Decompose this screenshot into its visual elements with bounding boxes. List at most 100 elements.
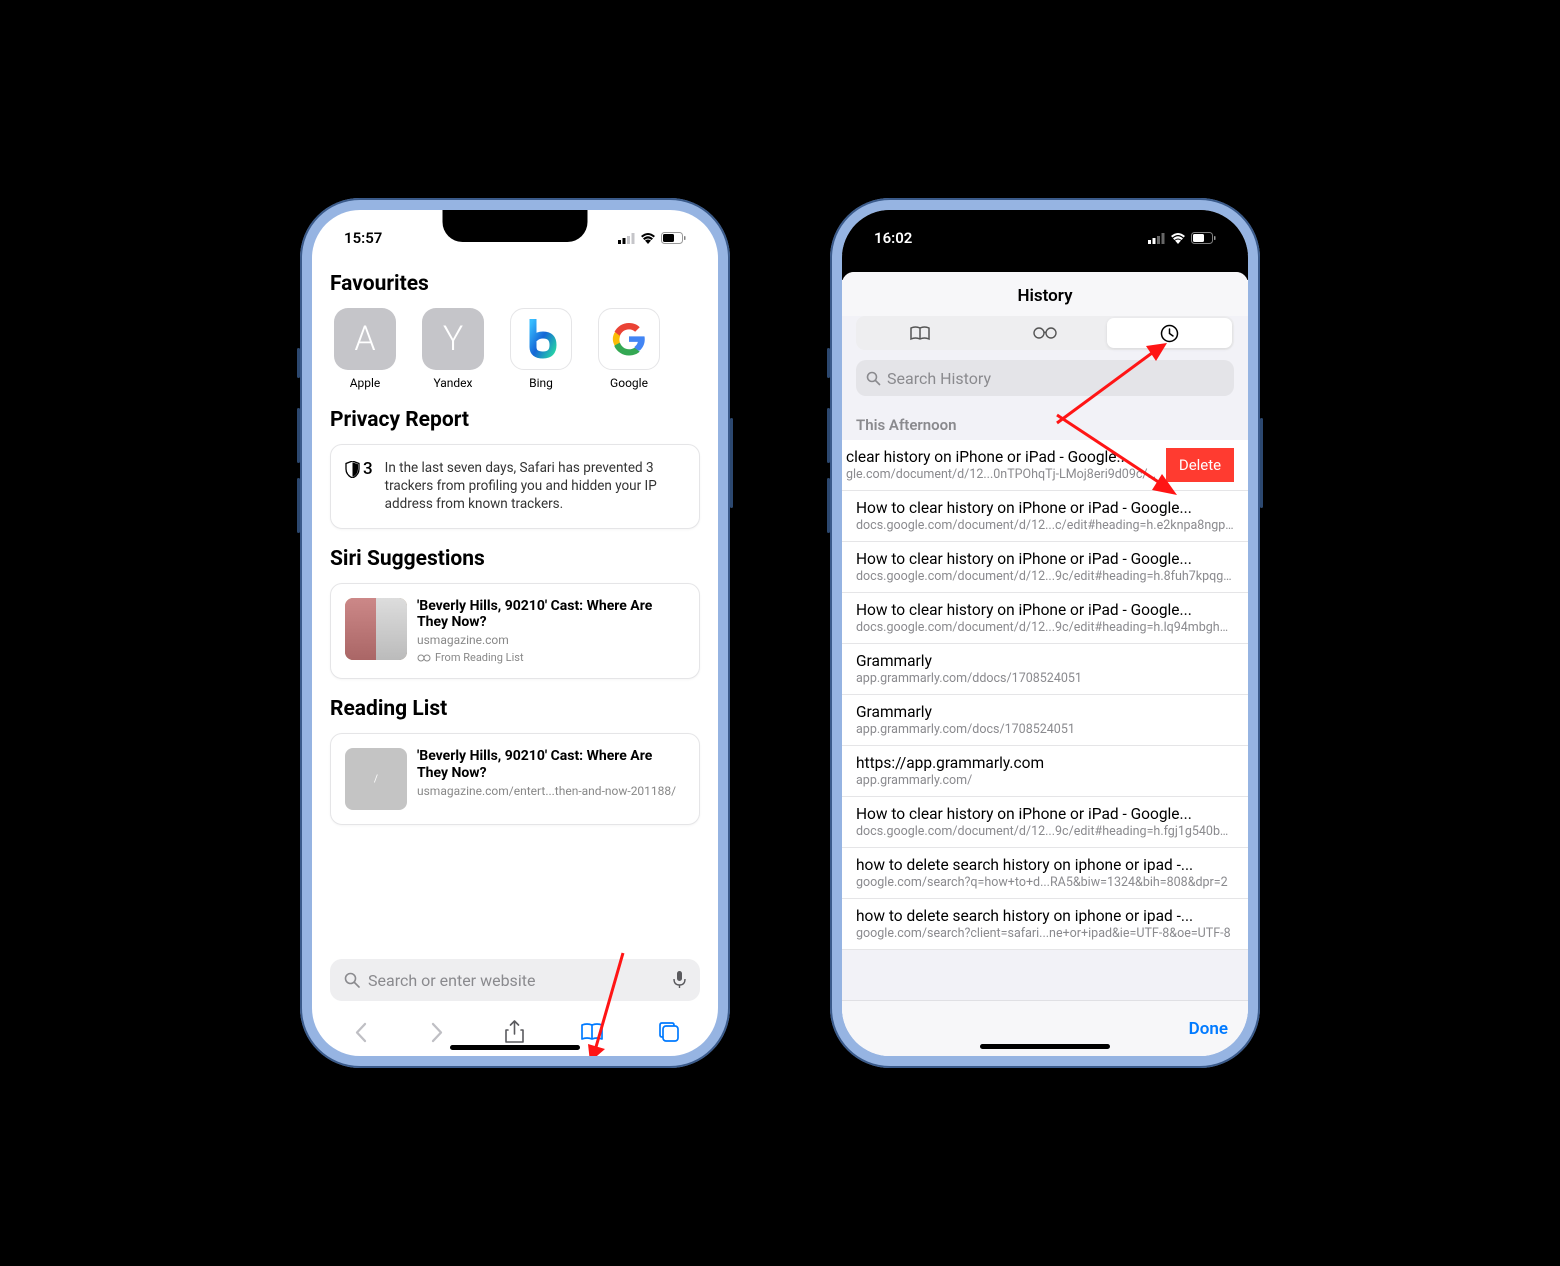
mic-icon[interactable]: [673, 971, 686, 989]
share-button[interactable]: [493, 1020, 537, 1044]
siri-from: From Reading List: [417, 651, 685, 664]
history-search-placeholder: Search History: [887, 369, 991, 388]
notch: [443, 210, 588, 242]
wifi-icon: [1170, 232, 1186, 244]
history-row-title: How to clear history on iPhone or iPad -…: [856, 805, 1234, 823]
bookmarks-tab[interactable]: [858, 318, 983, 348]
history-row-url: google.com/search?client=safari...ne+or+…: [856, 926, 1234, 941]
segmented-control: [856, 316, 1234, 350]
favourites-title: Favourites: [330, 272, 700, 296]
history-row[interactable]: how to delete search history on iphone o…: [842, 899, 1248, 950]
reading-url: usmagazine.com/entert...then-and-now-201…: [417, 784, 685, 798]
history-tab[interactable]: [1107, 318, 1232, 348]
share-icon: [505, 1020, 524, 1044]
wifi-icon: [640, 232, 656, 244]
history-row-url: gle.com/document/d/12...0nTPOhqTj-LMoj8e…: [846, 467, 1156, 482]
chevron-left-icon: [354, 1022, 367, 1043]
history-row-url: app.grammarly.com/: [856, 773, 1234, 788]
phone-left: 15:57 Favourites A Apple Y Yandex Bing Google…: [300, 198, 730, 1068]
history-row[interactable]: How to clear history on iPhone or iPad -…: [842, 797, 1248, 848]
done-button[interactable]: Done: [1189, 1019, 1228, 1039]
battery-icon: [661, 232, 686, 244]
status-time: 16:02: [874, 229, 912, 247]
glasses-icon: [417, 654, 431, 662]
history-row[interactable]: how to delete search history on iphone o…: [842, 848, 1248, 899]
history-row-title: https://app.grammarly.com: [856, 754, 1234, 772]
history-row-swiped[interactable]: clear history on iPhone or iPad - Google…: [842, 440, 1248, 491]
history-row[interactable]: Grammarlyapp.grammarly.com/docs/17085240…: [842, 695, 1248, 746]
favourite-item[interactable]: Google: [594, 308, 664, 390]
favourite-label: Apple: [350, 376, 381, 390]
home-indicator[interactable]: [450, 1045, 580, 1050]
address-placeholder: Search or enter website: [368, 971, 665, 990]
chevron-right-icon: [431, 1022, 444, 1043]
siri-source: usmagazine.com: [417, 633, 685, 647]
address-bar[interactable]: Search or enter website: [330, 959, 700, 1001]
favourite-label: Yandex: [433, 376, 472, 390]
history-search[interactable]: Search History: [856, 360, 1234, 396]
history-row[interactable]: How to clear history on iPhone or iPad -…: [842, 542, 1248, 593]
history-row-title: How to clear history on iPhone or iPad -…: [856, 550, 1234, 568]
status-time: 15:57: [344, 229, 382, 247]
history-row-url: docs.google.com/document/d/12...9c/edit#…: [856, 824, 1234, 839]
notch: [973, 210, 1118, 242]
history-row-title: how to delete search history on iphone o…: [856, 856, 1234, 874]
siri-title: Siri Suggestions: [330, 547, 700, 571]
privacy-text: In the last seven days, Safari has preve…: [385, 459, 685, 514]
book-icon: [580, 1022, 604, 1042]
cellular-icon: [618, 233, 635, 244]
phone-right: 16:02 History Search History This Aftern…: [830, 198, 1260, 1068]
reading-list-card[interactable]: / 'Beverly Hills, 90210' Cast: Where Are…: [330, 733, 700, 825]
history-row-title: How to clear history on iPhone or iPad -…: [856, 499, 1234, 517]
book-icon: [909, 325, 931, 342]
history-row-url: docs.google.com/document/d/12...9c/edit#…: [856, 620, 1234, 635]
history-row-url: google.com/search?q=how+to+d...RA5&biw=1…: [856, 875, 1234, 890]
favourite-icon: [510, 308, 572, 370]
history-row-title: Grammarly: [856, 652, 1234, 670]
favourite-label: Bing: [529, 376, 553, 390]
glasses-icon: [1032, 327, 1058, 339]
privacy-count: 3: [345, 459, 373, 479]
privacy-card[interactable]: 3 In the last seven days, Safari has pre…: [330, 444, 700, 529]
favourite-item[interactable]: Y Yandex: [418, 308, 488, 390]
history-row-title: clear history on iPhone or iPad - Google…: [846, 448, 1156, 466]
shield-icon: [345, 461, 360, 478]
battery-icon: [1191, 232, 1216, 244]
favourite-icon: A: [334, 308, 396, 370]
reading-list-tab[interactable]: [983, 318, 1108, 348]
favourite-item[interactable]: A Apple: [330, 308, 400, 390]
tabs-button[interactable]: [647, 1021, 691, 1043]
favourite-label: Google: [610, 376, 648, 390]
favourite-item[interactable]: Bing: [506, 308, 576, 390]
favourite-icon: Y: [422, 308, 484, 370]
siri-headline: 'Beverly Hills, 90210' Cast: Where Are T…: [417, 598, 685, 632]
history-row[interactable]: Grammarlyapp.grammarly.com/ddocs/1708524…: [842, 644, 1248, 695]
search-icon: [866, 371, 881, 386]
siri-thumbnail: [345, 598, 407, 660]
delete-button[interactable]: Delete: [1166, 448, 1234, 482]
favourites-grid: A Apple Y Yandex Bing Google: [330, 308, 700, 390]
history-row[interactable]: https://app.grammarly.comapp.grammarly.c…: [842, 746, 1248, 797]
back-button: [339, 1022, 383, 1043]
history-list: clear history on iPhone or iPad - Google…: [842, 440, 1248, 950]
search-icon: [344, 972, 360, 988]
siri-suggestion-card[interactable]: 'Beverly Hills, 90210' Cast: Where Are T…: [330, 583, 700, 680]
history-row-url: docs.google.com/document/d/12...c/edit#h…: [856, 518, 1234, 533]
history-section-header: This Afternoon: [842, 408, 1248, 440]
clock-icon: [1160, 324, 1179, 343]
bookmarks-button[interactable]: [570, 1022, 614, 1042]
history-row-title: How to clear history on iPhone or iPad -…: [856, 601, 1234, 619]
history-row-title: Grammarly: [856, 703, 1234, 721]
history-row-url: app.grammarly.com/docs/1708524051: [856, 722, 1234, 737]
history-title: History: [842, 272, 1248, 316]
forward-button: [416, 1022, 460, 1043]
tabs-icon: [658, 1021, 680, 1043]
history-row-url: app.grammarly.com/ddocs/1708524051: [856, 671, 1234, 686]
home-indicator[interactable]: [980, 1044, 1110, 1049]
reading-headline: 'Beverly Hills, 90210' Cast: Where Are T…: [417, 748, 685, 782]
history-row-title: how to delete search history on iphone o…: [856, 907, 1234, 925]
history-row-url: docs.google.com/document/d/12...9c/edit#…: [856, 569, 1234, 584]
history-row[interactable]: How to clear history on iPhone or iPad -…: [842, 491, 1248, 542]
history-row[interactable]: How to clear history on iPhone or iPad -…: [842, 593, 1248, 644]
reading-list-title: Reading List: [330, 697, 700, 721]
